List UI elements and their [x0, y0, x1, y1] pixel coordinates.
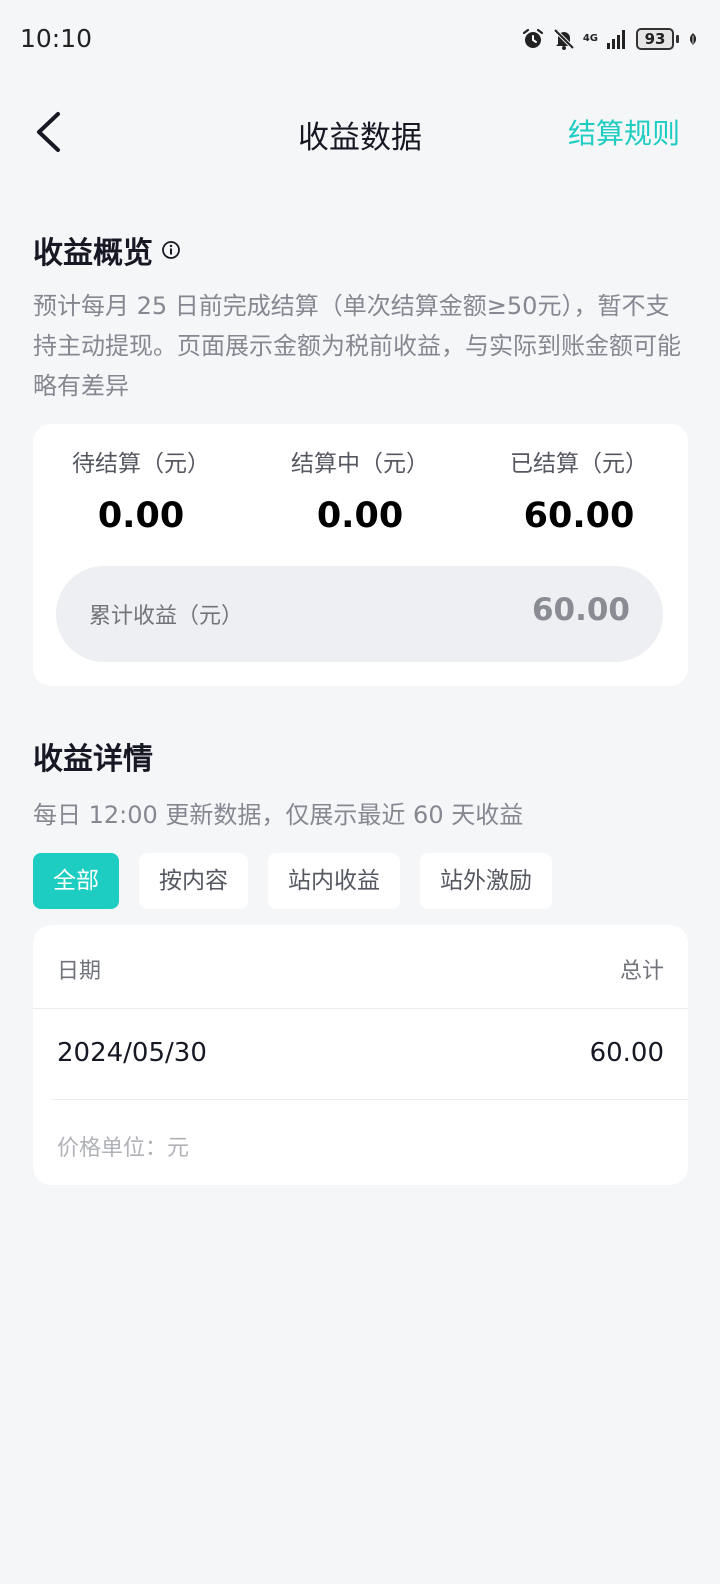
table-row-date: 2024/05/30	[57, 1038, 207, 1068]
settlement-rules-link[interactable]: 结算规则	[568, 112, 680, 152]
bell-off-icon	[553, 28, 575, 50]
battery-level: 93	[636, 28, 674, 50]
stat-settling: 结算中（元） 0.00	[252, 446, 468, 536]
cumulative-earnings-label: 累计收益（元）	[89, 604, 244, 629]
info-icon[interactable]	[161, 240, 181, 260]
table-row-total: 60.00	[589, 1038, 664, 1068]
network-label: 4G	[582, 33, 598, 44]
cumulative-earnings-value: 60.00	[531, 592, 630, 628]
details-title-row: 收益详情	[33, 734, 153, 778]
status-time: 10:10	[20, 24, 93, 53]
stat-pending: 待结算（元） 0.00	[33, 446, 249, 536]
filter-onsite-earnings[interactable]: 站内收益	[268, 853, 400, 909]
stat-value: 0.00	[97, 496, 185, 536]
column-header-date: 日期	[57, 959, 102, 984]
filter-all[interactable]: 全部	[33, 853, 119, 909]
column-header-total: 总计	[619, 959, 664, 984]
battery-icon: 93	[636, 28, 679, 50]
details-description: 每日 12:00 更新数据，仅展示最近 60 天收益	[33, 801, 524, 829]
alarm-icon	[522, 28, 543, 48]
overview-description: 预计每月 25 日前完成结算（单次结算金额≥50元），暂不支持主动提现。页面展示…	[33, 292, 681, 400]
stat-value: 60.00	[523, 496, 635, 536]
divider	[51, 1099, 688, 1100]
nav-bar: 收益数据 结算规则	[0, 92, 720, 172]
filter-by-content[interactable]: 按内容	[139, 853, 248, 909]
filter-tabs: 全部 按内容 站内收益 站外激励	[33, 853, 552, 909]
signal-icon	[607, 30, 625, 49]
status-icons: 4G 93	[521, 26, 700, 52]
stat-value: 0.00	[316, 496, 404, 536]
stat-label: 已结算（元）	[510, 451, 648, 477]
battery-tip	[676, 35, 679, 43]
earnings-table: 日期 总计 2024/05/30 60.00 价格单位：元	[33, 925, 688, 1185]
overview-card: 待结算（元） 0.00 结算中（元） 0.00 已结算（元） 60.00 累计收…	[33, 424, 688, 686]
cumulative-earnings-box: 累计收益（元） 60.00	[56, 566, 663, 662]
stat-settled: 已结算（元） 60.00	[471, 446, 687, 536]
overview-title: 收益概览	[33, 236, 153, 271]
price-unit-note: 价格单位：元	[57, 1136, 190, 1161]
divider	[33, 1008, 688, 1009]
status-bar: 10:10 4G 93	[0, 0, 720, 80]
details-title: 收益详情	[33, 742, 153, 777]
stat-label: 结算中（元）	[291, 451, 429, 477]
leaf-icon	[689, 33, 697, 45]
stat-label: 待结算（元）	[72, 451, 210, 477]
overview-title-row: 收益概览	[33, 228, 181, 272]
filter-offsite-incentive[interactable]: 站外激励	[420, 853, 552, 909]
